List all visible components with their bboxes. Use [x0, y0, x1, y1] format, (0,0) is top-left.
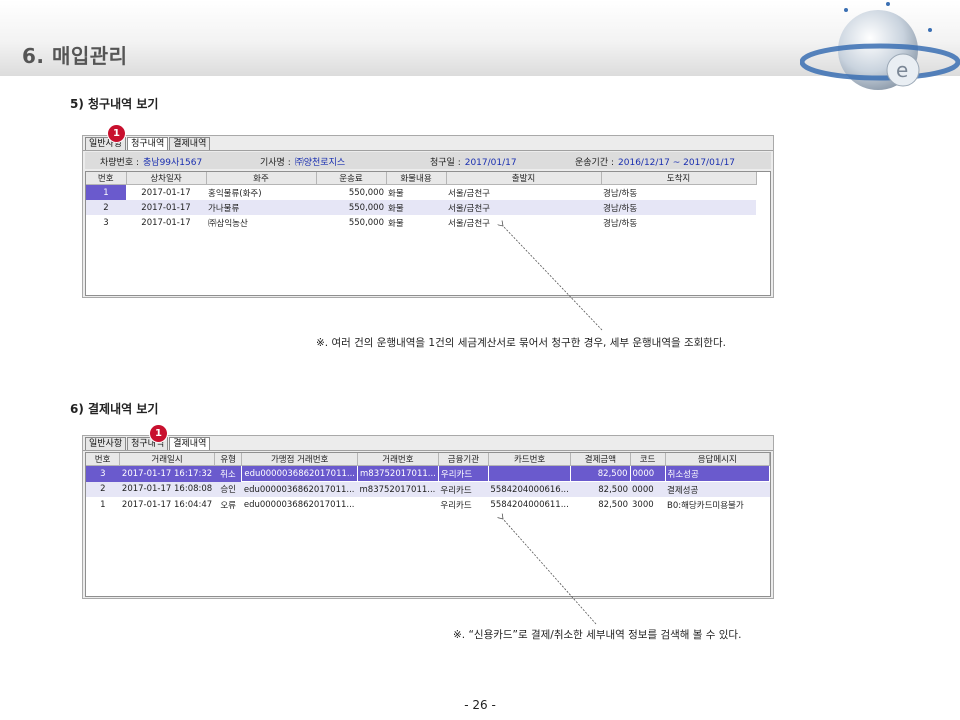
payment-leader-line [503, 519, 597, 625]
billing-leader-line [503, 226, 603, 331]
page-number: - 26 - [464, 698, 496, 712]
callout-leader-lines [0, 0, 603, 625]
